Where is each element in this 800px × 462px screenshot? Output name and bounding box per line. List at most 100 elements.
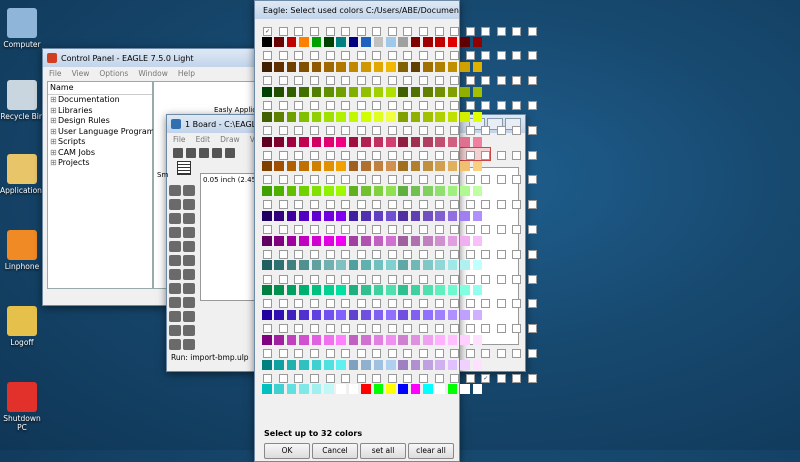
color-checkbox[interactable] (294, 175, 304, 185)
color-checkbox[interactable] (465, 249, 475, 259)
color-checkbox[interactable] (434, 150, 444, 160)
color-checkbox[interactable] (496, 200, 506, 210)
color-checkbox[interactable] (481, 324, 491, 334)
color-checkbox[interactable] (294, 125, 304, 135)
tool-button[interactable] (169, 185, 181, 196)
color-checkbox[interactable] (278, 324, 288, 334)
color-checkbox[interactable] (372, 175, 382, 185)
tool-button[interactable] (169, 297, 181, 308)
tree-item-user-language-programs[interactable]: ⊞User Language Programs (48, 127, 159, 138)
color-checkbox[interactable] (528, 224, 538, 234)
color-checkbox[interactable] (528, 51, 538, 61)
color-checkbox[interactable] (356, 200, 366, 210)
color-checkbox[interactable] (372, 348, 382, 358)
color-checkbox[interactable] (278, 150, 288, 160)
color-checkbox[interactable] (309, 373, 319, 383)
color-checkbox[interactable] (403, 324, 413, 334)
color-checkbox[interactable] (528, 101, 538, 111)
color-checkbox[interactable] (512, 249, 522, 259)
color-checkbox[interactable] (263, 348, 273, 358)
clear-all-button[interactable]: clear all (408, 443, 454, 459)
color-checkbox[interactable] (418, 274, 428, 284)
color-checkbox[interactable] (372, 373, 382, 383)
color-checkbox[interactable] (496, 51, 506, 61)
grid-icon[interactable] (177, 161, 191, 175)
color-checkbox[interactable] (512, 101, 522, 111)
color-checkbox[interactable] (325, 101, 335, 111)
select-colors-dialog[interactable]: Eagle: Select used colors C:/Users/ABE/D… (254, 0, 538, 462)
tree-item-documentation[interactable]: ⊞Documentation (48, 95, 152, 106)
color-checkbox[interactable] (372, 224, 382, 234)
color-checkbox[interactable] (387, 274, 397, 284)
color-checkbox[interactable] (528, 249, 538, 259)
color-checkbox[interactable] (372, 125, 382, 135)
menu-item-edit[interactable]: Edit (196, 135, 211, 144)
desktop-icon-logoff[interactable]: Logoff (0, 306, 44, 347)
color-checkbox[interactable] (450, 26, 460, 36)
color-checkbox[interactable] (528, 274, 538, 284)
tool-button[interactable] (169, 269, 181, 280)
color-checkbox[interactable] (263, 125, 273, 135)
color-checkbox[interactable] (387, 299, 397, 309)
color-checkbox[interactable] (309, 324, 319, 334)
color-checkbox[interactable] (278, 373, 288, 383)
color-checkbox[interactable] (512, 76, 522, 86)
color-checkbox[interactable] (434, 26, 444, 36)
color-checkbox[interactable] (450, 101, 460, 111)
color-checkbox[interactable] (481, 175, 491, 185)
color-checkbox[interactable] (294, 348, 304, 358)
expand-icon[interactable]: ⊞ (50, 95, 58, 106)
color-checkbox[interactable] (263, 175, 273, 185)
color-checkbox[interactable] (325, 175, 335, 185)
color-checkbox[interactable] (512, 224, 522, 234)
color-checkbox[interactable] (465, 26, 475, 36)
color-checkbox[interactable] (434, 51, 444, 61)
color-checkbox[interactable] (403, 76, 413, 86)
color-checkbox[interactable] (372, 299, 382, 309)
color-checkbox[interactable] (309, 249, 319, 259)
color-checkbox[interactable] (325, 373, 335, 383)
color-checkbox[interactable] (278, 224, 288, 234)
color-checkbox[interactable] (263, 299, 273, 309)
color-checkbox[interactable] (496, 76, 506, 86)
color-checkbox[interactable] (403, 200, 413, 210)
color-checkbox[interactable] (418, 175, 428, 185)
color-checkbox[interactable] (496, 175, 506, 185)
desktop-icon-computer[interactable]: Computer (0, 8, 44, 49)
color-checkbox[interactable] (356, 150, 366, 160)
color-checkbox[interactable] (341, 224, 351, 234)
color-checkbox[interactable] (465, 373, 475, 383)
color-checkbox[interactable] (356, 274, 366, 284)
expand-icon[interactable]: ⊞ (50, 127, 58, 138)
color-checkbox[interactable] (496, 373, 506, 383)
color-checkbox[interactable] (387, 51, 397, 61)
color-checkbox[interactable] (356, 175, 366, 185)
color-checkbox[interactable] (465, 324, 475, 334)
menu-item-help[interactable]: Help (178, 69, 195, 78)
color-checkbox[interactable] (465, 76, 475, 86)
tree-item-cam-jobs[interactable]: ⊞CAM Jobs (48, 148, 152, 159)
color-checkbox[interactable] (403, 175, 413, 185)
color-checkbox[interactable] (294, 224, 304, 234)
color-checkbox[interactable] (465, 150, 475, 160)
tool-button[interactable] (183, 325, 195, 336)
color-checkbox[interactable] (418, 51, 428, 61)
color-checkbox[interactable] (418, 101, 428, 111)
color-checkbox[interactable] (418, 324, 428, 334)
color-checkbox[interactable] (450, 200, 460, 210)
color-checkbox[interactable] (278, 249, 288, 259)
color-checkbox[interactable] (372, 76, 382, 86)
cancel-button[interactable]: Cancel (312, 443, 358, 459)
color-checkbox[interactable] (418, 373, 428, 383)
color-checkbox[interactable] (403, 224, 413, 234)
color-checkbox[interactable] (263, 101, 273, 111)
color-checkbox[interactable] (418, 150, 428, 160)
color-checkbox[interactable] (341, 200, 351, 210)
tool-button[interactable] (183, 311, 195, 322)
color-checkbox[interactable] (465, 101, 475, 111)
tool-button[interactable] (169, 339, 181, 350)
menu-item-file[interactable]: File (173, 135, 186, 144)
color-checkbox[interactable] (278, 26, 288, 36)
tool-button[interactable] (183, 255, 195, 266)
color-checkbox[interactable] (294, 51, 304, 61)
